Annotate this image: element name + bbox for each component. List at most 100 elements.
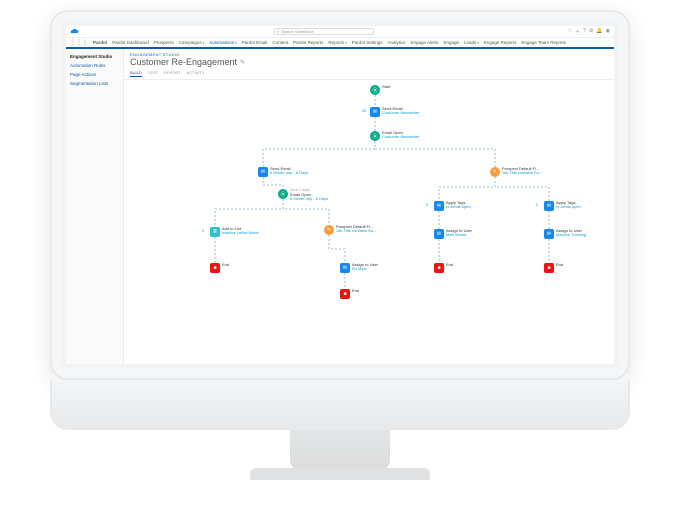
monitor-stand — [290, 430, 390, 470]
flow-node-send2[interactable]: ✉Send Email6 Month drip - 6 Days — [258, 167, 308, 177]
global-search[interactable]: ⌕ Search Salesforce — [274, 28, 374, 35]
nav-item[interactable]: Leads▾ — [464, 40, 479, 45]
flow-node-tags1[interactable]: 0✉Apply Tagsre-email-open — [434, 201, 471, 211]
flow-node-pdf1[interactable]: ✎Prospect Default Fi...Job Title contain… — [490, 167, 542, 177]
nav-item[interactable]: Pardot Dashboard — [112, 40, 149, 45]
sidebar-item[interactable]: Page Actions — [70, 70, 119, 79]
node-label: Prospect Default Fi...Job Title contains… — [502, 167, 542, 176]
node-label: Apply Tagsre-email-open — [556, 201, 581, 210]
node-icon: ✉ — [434, 229, 444, 239]
node-icon: ✉ — [370, 107, 380, 117]
app-launcher-icon[interactable]: ⋮⋮⋮ — [70, 39, 88, 46]
node-label: Assign to UserMaurice Turnang — [556, 229, 586, 238]
nav-item-active[interactable]: Automations▾ — [209, 38, 237, 49]
node-icon: ✎ — [490, 167, 500, 177]
node-icon: ✉ — [544, 201, 554, 211]
engagement-canvas[interactable]: ENGAGEMENT STUDIO Customer Re-Engagement… — [124, 49, 614, 364]
add-icon[interactable]: ＋ — [575, 28, 580, 35]
flow-node-send1[interactable]: 35✉Send EmailCustomer Newsletter — [370, 107, 419, 117]
flow-node-tags2[interactable]: 0✉Apply Tagsre-email-open — [544, 201, 581, 211]
avatar[interactable]: ◉ — [606, 28, 610, 35]
global-header: ⌕ Search Salesforce ☆ ＋ ? ⚙ 🔔 ◉ — [66, 26, 614, 38]
node-label: Email OpenCustomer Newsletter — [382, 131, 419, 140]
node-label: Assign to UserMatt Stoner — [446, 229, 472, 238]
sidebar-item[interactable]: Segmentation Lists — [70, 79, 119, 88]
nav-item[interactable]: Campaigns▾ — [179, 40, 204, 45]
node-icon: ✉ — [544, 229, 554, 239]
app-screen: ⌕ Search Salesforce ☆ ＋ ? ⚙ 🔔 ◉ ⋮⋮⋮ Pard… — [66, 26, 614, 364]
flow-node-open1[interactable]: ⦿Email OpenCustomer Newsletter — [370, 131, 419, 141]
node-label: End — [556, 263, 563, 267]
chevron-down-icon: ▾ — [477, 41, 479, 45]
flow-node-end1[interactable]: ■End — [210, 263, 229, 273]
breadcrumb: ENGAGEMENT STUDIO — [124, 49, 614, 57]
monitor-base — [250, 468, 430, 480]
node-icon: ⦿ — [370, 131, 380, 141]
node-icon: ⦿ — [370, 85, 380, 95]
nav-item[interactable]: Analytics — [387, 40, 405, 45]
nav-item[interactable]: Reports▾ — [328, 40, 346, 45]
sidebar-item[interactable]: Engagement Studio — [70, 52, 119, 61]
connectors — [124, 79, 614, 364]
subfilter-tab[interactable]: REPORT — [164, 70, 181, 77]
node-label: Assign to UserEd Myer — [352, 263, 378, 272]
node-label: Add to ListInactive Leftist Mode — [222, 227, 259, 236]
search-icon: ⌕ — [277, 29, 279, 34]
help-icon[interactable]: ? — [583, 28, 586, 35]
node-icon: ■ — [340, 289, 350, 299]
flow-node-assign3[interactable]: ✉Assign to UserMatt Stoner — [434, 229, 472, 239]
node-label: Send Email6 Month drip - 6 Days — [270, 167, 308, 176]
page-title: Customer Re-Engagement ✎ — [124, 57, 614, 70]
nav-item[interactable]: Pardot Email — [242, 40, 268, 45]
salesforce-cloud-logo — [70, 28, 80, 35]
node-icon: ✉ — [258, 167, 268, 177]
nav-item[interactable]: Engage — [444, 40, 460, 45]
node-icon: ≣ — [210, 227, 220, 237]
nav-item[interactable]: Pardot Settings — [352, 40, 383, 45]
chevron-down-icon: ▾ — [345, 41, 347, 45]
favorites-icon[interactable]: ☆ — [568, 28, 572, 35]
subfilter-tab[interactable]: ACTIVITY — [187, 70, 205, 77]
settings-icon[interactable]: ⚙ — [589, 28, 593, 35]
notifications-icon[interactable]: 🔔 — [596, 28, 602, 35]
nav-item[interactable]: Pardot Reports — [293, 40, 323, 45]
flow-node-end2[interactable]: ■End — [340, 289, 359, 299]
node-label: Apply Tagsre-email-open — [446, 201, 471, 210]
node-label: Send EmailCustomer Newsletter — [382, 107, 419, 116]
node-icon: ■ — [434, 263, 444, 273]
node-icon: ✉ — [340, 263, 350, 273]
node-label: Start — [382, 85, 390, 89]
flow-node-end4[interactable]: ■End — [544, 263, 563, 273]
nav-item[interactable]: Engage Team Reports — [521, 40, 566, 45]
flow-node-pdf2[interactable]: ✎Prospect Default Fi...Job Title contain… — [324, 225, 376, 235]
subfilter-tab[interactable]: BUILD — [130, 70, 142, 77]
node-icon: ■ — [544, 263, 554, 273]
node-icon: ✎ — [324, 225, 334, 235]
node-label: Up to 7 daysEmail Open6 Month drip - 6 D… — [290, 189, 328, 202]
search-placeholder: Search Salesforce — [281, 29, 314, 34]
nav-item[interactable]: Engage Reports — [484, 40, 517, 45]
sidebar-item[interactable]: Automation Rules — [70, 61, 119, 70]
nav-item[interactable]: Content — [272, 40, 288, 45]
node-label: Prospect Default Fi...Job Title contains… — [336, 225, 376, 234]
flow-node-addlist[interactable]: 0≣Add to ListInactive Leftist Mode — [210, 227, 259, 237]
app-name: Pardot — [93, 40, 107, 45]
flow-node-end3[interactable]: ■End — [434, 263, 453, 273]
node-label: End — [222, 263, 229, 267]
chevron-down-icon: ▾ — [235, 41, 237, 45]
monitor-chin — [50, 380, 630, 430]
left-sidebar: Engagement Studio Automation Rules Page … — [66, 49, 124, 364]
edit-icon[interactable]: ✎ — [240, 59, 245, 66]
flow-node-assign2[interactable]: ✉Assign to UserEd Myer — [340, 263, 378, 273]
subfilter-tab[interactable]: TEST — [148, 70, 158, 77]
app-nav: ⋮⋮⋮ Pardot Pardot Dashboard Prospects Ca… — [66, 38, 614, 49]
nav-item[interactable]: Engage Alerts — [411, 40, 439, 45]
node-icon: ✉ — [434, 201, 444, 211]
node-label: End — [352, 289, 359, 293]
flow-node-assign4[interactable]: ✉Assign to UserMaurice Turnang — [544, 229, 586, 239]
node-icon: ⦿ — [278, 189, 288, 199]
flow-node-start[interactable]: ⦿Start — [370, 85, 390, 95]
node-label: End — [446, 263, 453, 267]
nav-item[interactable]: Prospects — [154, 40, 174, 45]
flow-node-open2[interactable]: ⦿Up to 7 daysEmail Open6 Month drip - 6 … — [278, 189, 328, 202]
